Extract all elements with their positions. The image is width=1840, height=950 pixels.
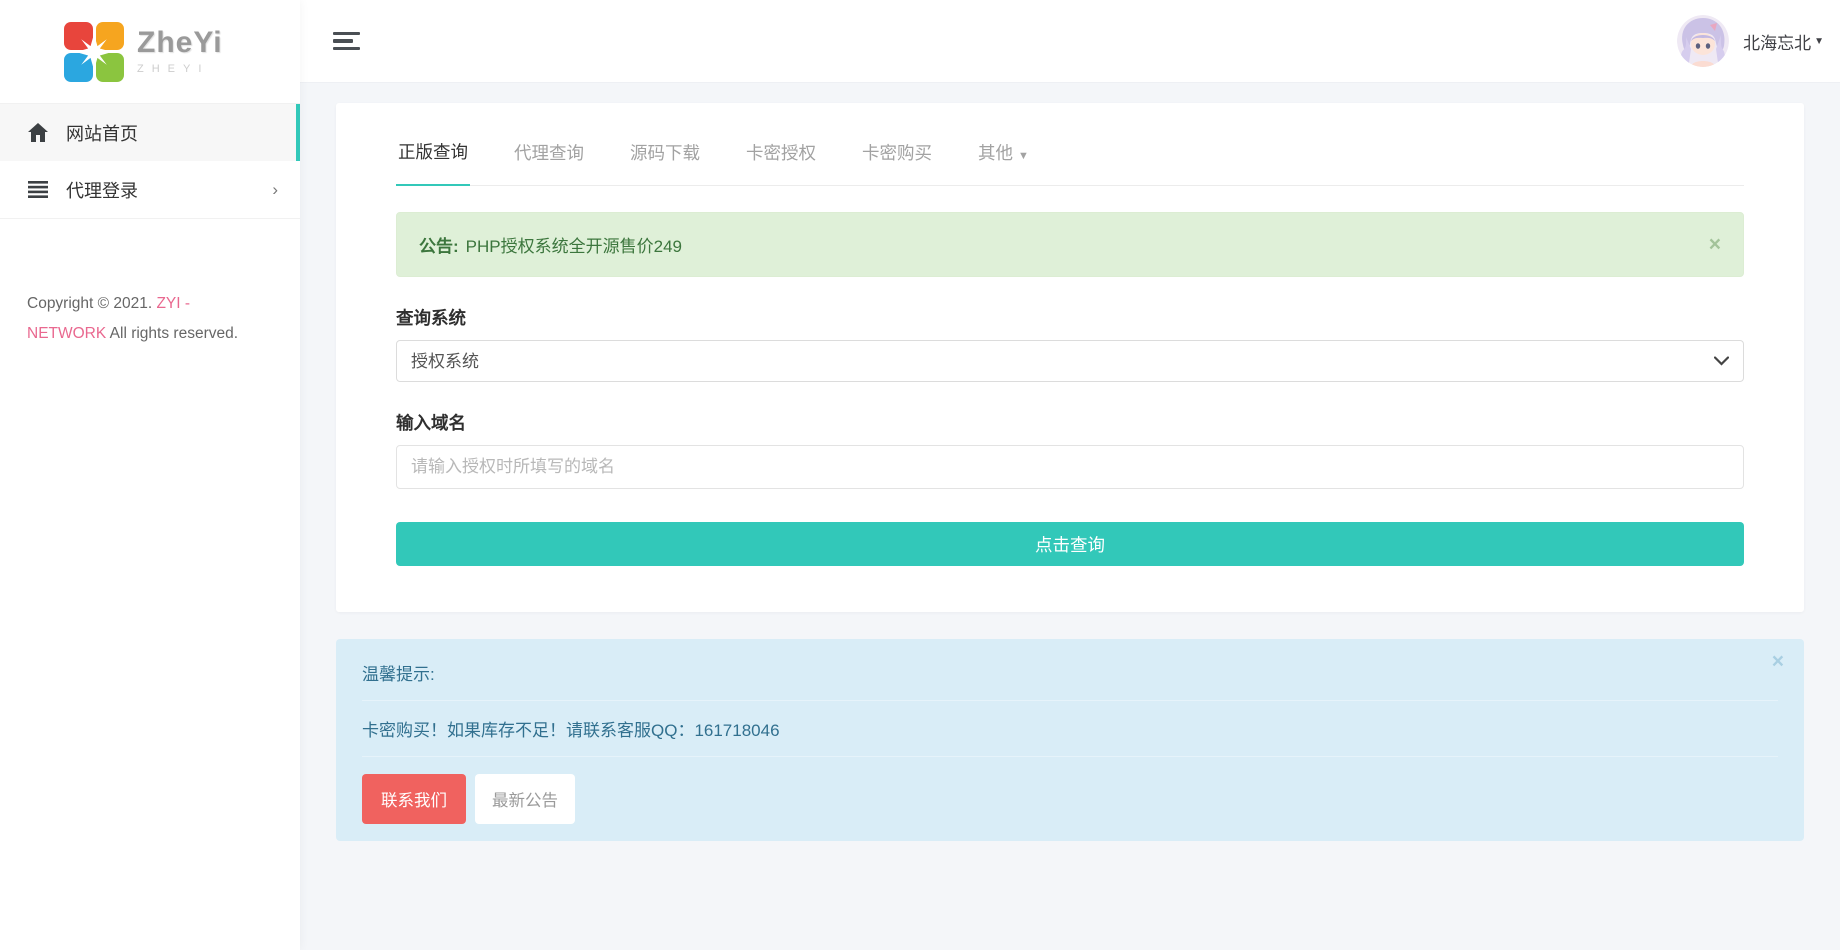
- close-icon[interactable]: ×: [1709, 234, 1721, 255]
- chevron-right-icon: ›: [272, 181, 278, 198]
- system-select-wrap: 授权系统: [396, 340, 1744, 382]
- tab-agent-query[interactable]: 代理查询: [512, 124, 586, 185]
- tips-actions: 联系我们 最新公告: [362, 774, 1778, 824]
- avatar[interactable]: [1677, 15, 1729, 67]
- tips-panel: × 温馨提示: 卡密购买！如果库存不足！请联系客服QQ：161718046 联系…: [336, 639, 1804, 841]
- sidebar-item-label: 网站首页: [66, 120, 138, 146]
- announcement-text: PHP授权系统全开源售价249: [466, 232, 682, 257]
- brand-tagline: ZHEYI: [137, 63, 223, 75]
- divider: [362, 700, 1778, 701]
- sidebar-item-label: 代理登录: [66, 177, 138, 203]
- tab-card-authorize[interactable]: 卡密授权: [744, 124, 818, 185]
- query-card: 正版查询 代理查询 源码下载 卡密授权 卡密购买 其他▼ 公告: PHP授权系统…: [336, 103, 1804, 612]
- sidebar-item-agent-login[interactable]: 代理登录 ›: [0, 161, 300, 218]
- user-menu[interactable]: 北海忘北 ▼: [1677, 15, 1824, 67]
- tab-source-download[interactable]: 源码下载: [628, 124, 702, 185]
- divider: [362, 756, 1778, 757]
- sidebar-menu: 网站首页 代理登录 ›: [0, 103, 300, 219]
- domain-input-label: 输入域名: [396, 410, 1744, 435]
- latest-news-button[interactable]: 最新公告: [475, 774, 575, 824]
- username: 北海忘北: [1743, 29, 1811, 54]
- star-icon: [76, 34, 112, 70]
- copyright-prefix: Copyright © 2021.: [27, 295, 156, 312]
- copyright: Copyright © 2021. ZYI - NETWORK All righ…: [0, 289, 245, 349]
- sidebar: ZheYi ZHEYI 网站首页 代理登录 › Copyright © 202: [0, 0, 300, 950]
- tab-bar: 正版查询 代理查询 源码下载 卡密授权 卡密购买 其他▼: [396, 103, 1744, 186]
- tab-card-purchase[interactable]: 卡密购买: [860, 124, 934, 185]
- tab-genuine-query[interactable]: 正版查询: [396, 123, 470, 186]
- caret-down-icon: ▼: [1814, 36, 1824, 47]
- brand-name: ZheYi: [137, 28, 223, 58]
- tab-others[interactable]: 其他▼: [976, 124, 1031, 185]
- system-select-label: 查询系统: [396, 305, 1744, 330]
- menu-toggle-icon[interactable]: [333, 32, 360, 51]
- query-submit-button[interactable]: 点击查询: [396, 522, 1744, 566]
- home-icon: [28, 123, 50, 143]
- tips-title: 温馨提示:: [362, 660, 1778, 685]
- copyright-suffix: All rights reserved.: [106, 325, 238, 342]
- system-select[interactable]: 授权系统: [396, 340, 1744, 382]
- brand-logo-icon: [64, 22, 124, 82]
- brand-text: ZheYi ZHEYI: [137, 28, 223, 75]
- list-icon: [28, 180, 50, 200]
- announcement-label: 公告:: [419, 232, 459, 257]
- top-header: 北海忘北 ▼: [300, 0, 1840, 83]
- tips-message: 卡密购买！如果库存不足！请联系客服QQ：161718046: [362, 716, 1778, 741]
- domain-input[interactable]: [396, 445, 1744, 489]
- announcement-banner: 公告: PHP授权系统全开源售价249 ×: [396, 212, 1744, 277]
- sidebar-item-home[interactable]: 网站首页: [0, 104, 300, 161]
- contact-us-button[interactable]: 联系我们: [362, 774, 466, 824]
- close-icon[interactable]: ×: [1772, 651, 1784, 672]
- main-content: 正版查询 代理查询 源码下载 卡密授权 卡密购买 其他▼ 公告: PHP授权系统…: [300, 83, 1840, 841]
- brand-logo[interactable]: ZheYi ZHEYI: [0, 0, 300, 103]
- caret-down-icon: ▼: [1018, 150, 1029, 162]
